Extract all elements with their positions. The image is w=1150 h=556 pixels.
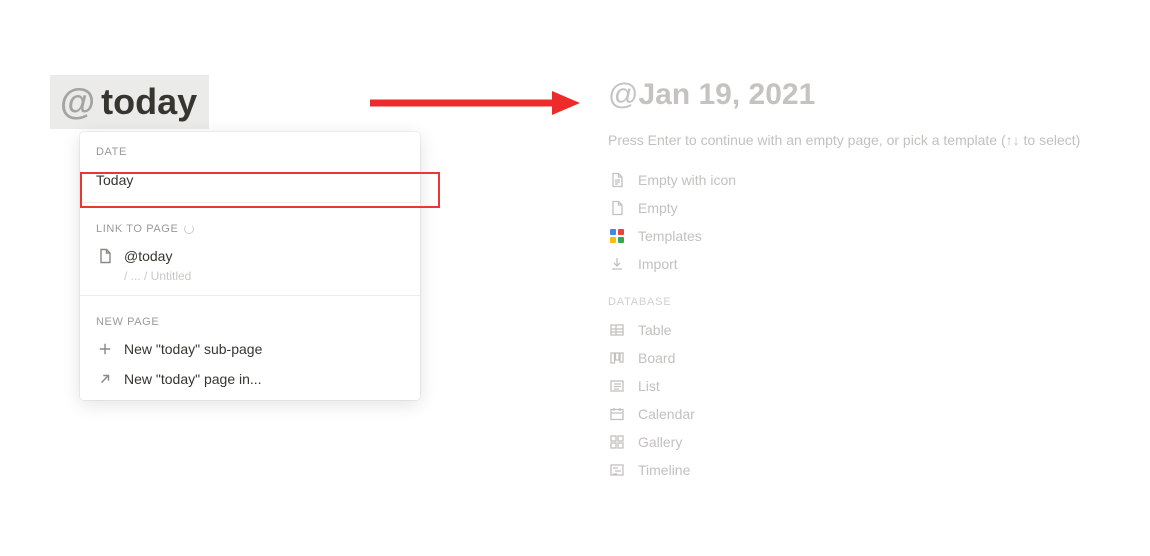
menu-separator	[80, 202, 420, 203]
board-icon	[608, 349, 626, 367]
option-calendar[interactable]: Calendar	[608, 400, 1128, 428]
at-symbol: @	[608, 78, 638, 111]
import-icon	[608, 255, 626, 273]
table-icon	[608, 321, 626, 339]
section-label-date: DATE	[80, 132, 420, 164]
page-icon	[96, 247, 114, 265]
mention-input-chip[interactable]: @today	[50, 75, 209, 129]
page-title[interactable]: @Jan 19, 2021	[608, 78, 1128, 112]
link-page-breadcrumb: / ... / Untitled	[80, 269, 420, 289]
new-subpage-text: New "today" sub-page	[124, 341, 262, 357]
page-with-text-icon	[608, 171, 626, 189]
option-board[interactable]: Board	[608, 344, 1128, 372]
loading-spinner-icon	[184, 224, 194, 234]
option-import[interactable]: Import	[608, 250, 1128, 278]
menu-item-today[interactable]: Today	[80, 164, 420, 196]
menu-item-new-subpage[interactable]: New "today" sub-page	[80, 334, 420, 364]
section-label-link-to-page: LINK TO PAGE	[80, 209, 420, 241]
link-page-text: @today	[124, 248, 172, 264]
menu-item-new-page-in[interactable]: New "today" page in...	[80, 364, 420, 394]
option-table[interactable]: Table	[608, 316, 1128, 344]
option-list[interactable]: List	[608, 372, 1128, 400]
mention-suggestions-menu: DATE Today LINK TO PAGE @today / ... / U…	[80, 132, 420, 400]
page-options-list: Empty with icon Empty Templates Import	[608, 166, 1128, 278]
menu-item-today-label: Today	[96, 172, 133, 188]
calendar-icon	[608, 405, 626, 423]
typed-text: today	[101, 81, 197, 122]
arrow-up-right-icon	[96, 370, 114, 388]
page-icon	[608, 199, 626, 217]
at-symbol: @	[60, 81, 95, 122]
arrow-annotation-icon	[370, 89, 580, 117]
option-timeline[interactable]: Timeline	[608, 456, 1128, 484]
option-empty[interactable]: Empty	[608, 194, 1128, 222]
resolved-date: Jan 19, 2021	[638, 78, 815, 111]
database-options-list: Table Board List Calendar	[608, 316, 1128, 484]
option-empty-with-icon[interactable]: Empty with icon	[608, 166, 1128, 194]
section-label-database: DATABASE	[608, 296, 1128, 312]
plus-icon	[96, 340, 114, 358]
templates-icon	[608, 227, 626, 245]
menu-item-link-page[interactable]: @today	[80, 241, 420, 271]
option-gallery[interactable]: Gallery	[608, 428, 1128, 456]
timeline-icon	[608, 461, 626, 479]
new-page-in-text: New "today" page in...	[124, 371, 262, 387]
gallery-icon	[608, 433, 626, 451]
list-icon	[608, 377, 626, 395]
option-templates[interactable]: Templates	[608, 222, 1128, 250]
empty-page-hint: Press Enter to continue with an empty pa…	[608, 132, 1128, 148]
section-label-new-page: NEW PAGE	[80, 302, 420, 334]
result-page-preview: @Jan 19, 2021 Press Enter to continue wi…	[608, 78, 1128, 484]
menu-separator	[80, 295, 420, 296]
